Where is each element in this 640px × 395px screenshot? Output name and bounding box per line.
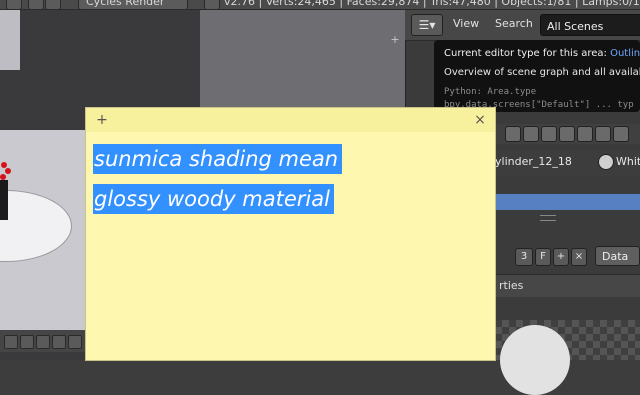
constraint-icon[interactable] [541,126,557,142]
search-menu[interactable]: Search [495,17,533,30]
tooltip-description: Overview of scene graph and all availabl… [444,67,640,78]
tooltip-title: Current editor type for this area: Outli… [444,48,640,59]
tooltip-value: Outliner [610,48,640,59]
texture-icon[interactable] [613,126,629,142]
shading-icon[interactable] [68,335,82,349]
preview-sphere [500,325,570,395]
display-mode-label: All Scenes [547,20,604,33]
material-icon[interactable] [595,126,611,142]
close-icon[interactable] [45,0,61,9]
flower-icon [0,174,6,180]
mode-icon[interactable] [52,335,66,349]
add-note-icon[interactable]: + [94,111,110,129]
properties-panel-header[interactable]: rties [495,274,640,297]
view-menu-icon[interactable] [4,335,18,349]
display-mode-select[interactable]: All Scenes [540,14,640,36]
editor-type-button[interactable]: ☰▾ [411,14,443,36]
properties-tabs [495,124,640,144]
resize-grip-icon[interactable] [540,215,556,221]
viewport-add-icon[interactable]: + [389,34,401,46]
tooltip: Current editor type for this area: Outli… [434,40,640,112]
object-icon[interactable] [523,126,539,142]
material-sphere-icon [598,154,614,170]
material-name: White [616,155,640,168]
close-icon[interactable]: × [472,111,488,129]
scene-vase [0,180,8,220]
object-name: ylinder_12_18 [495,155,572,168]
tooltip-label: Current editor type for this area: [444,48,607,59]
screen-layout-button[interactable] [6,0,22,9]
link-data-select[interactable]: Data [595,246,640,266]
material-slot-selected[interactable] [495,194,640,210]
viewport-header [0,330,90,352]
material-data-row: 3 F + × Data [495,246,640,268]
world-icon[interactable] [505,126,521,142]
unlink-material-icon[interactable]: × [571,248,587,266]
scene-wall [0,10,20,70]
add-icon[interactable] [28,0,44,9]
fake-user-button[interactable]: F [535,248,551,266]
data-icon[interactable] [577,126,593,142]
view-menu[interactable]: View [453,17,479,30]
blender-logo-icon [204,0,220,9]
flower-icon [5,168,11,174]
scene-stats: v2.76 | Verts:24,465 | Faces:29,874 | Tr… [224,0,640,8]
tooltip-python: Python: Area.type [444,87,537,97]
users-count[interactable]: 3 [515,248,533,266]
info-header: Cycles Render v2.76 | Verts:24,465 | Fac… [0,0,640,10]
flower-icon [1,162,7,168]
modifier-icon[interactable] [559,126,575,142]
context-breadcrumb: ylinder_12_18 White [495,150,640,176]
editor-type-icon: ☰▾ [418,18,436,32]
add-material-icon[interactable]: + [553,248,569,266]
sticky-note-titlebar[interactable] [86,108,495,132]
render-engine-label: Cycles Render [86,0,165,8]
select-icon[interactable] [20,335,34,349]
note-text-line[interactable]: sunmica shading mean [93,144,343,174]
note-text-line[interactable]: glossy woody material [93,184,334,214]
panel-title: rties [499,279,524,292]
object-icon[interactable] [36,335,50,349]
